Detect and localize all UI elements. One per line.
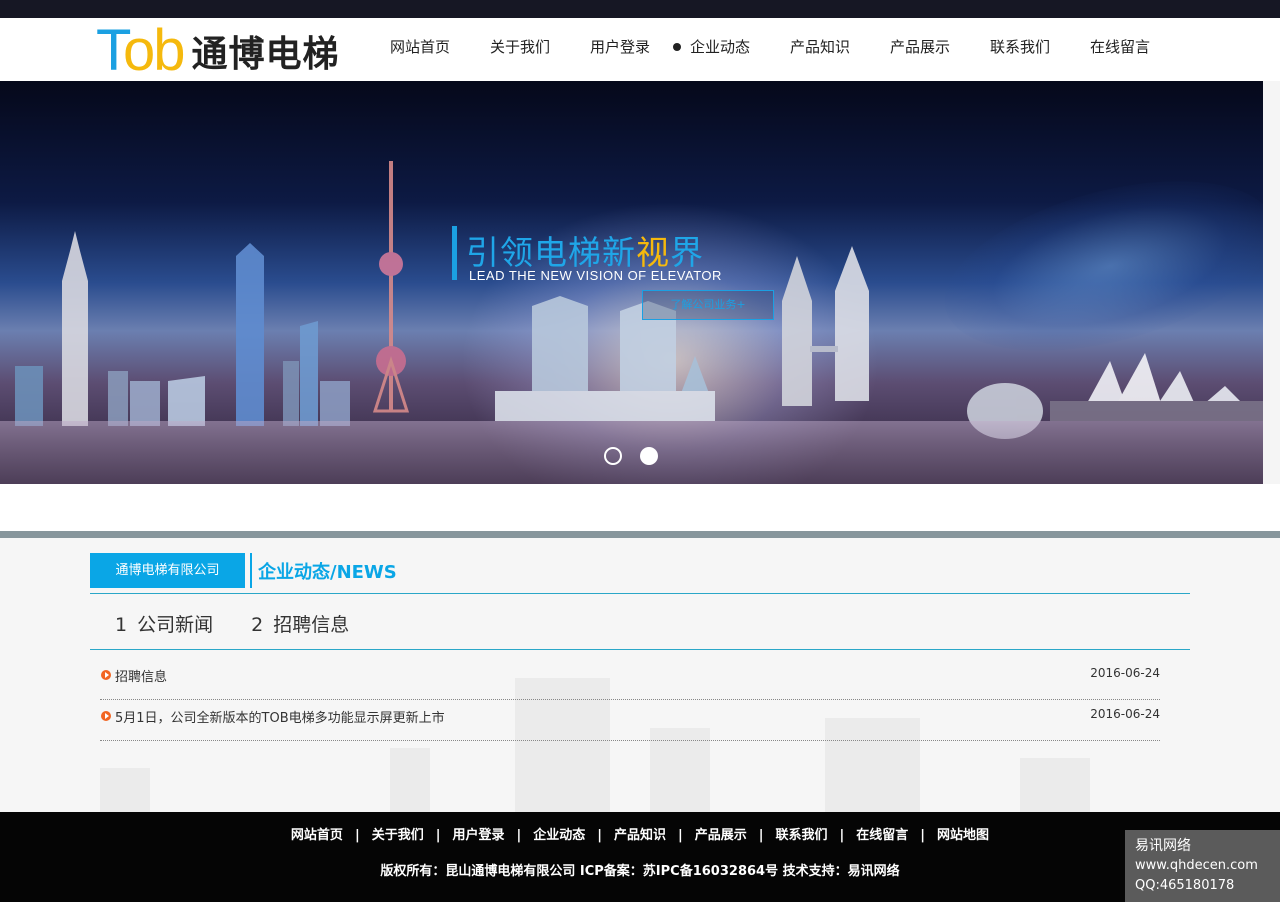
footer-link-message[interactable]: 在线留言 [856, 828, 908, 843]
footer-separator: | [354, 828, 360, 843]
arrow-bullet-icon [101, 670, 111, 680]
section-title: 企业动态/NEWS [258, 562, 397, 583]
header: Tob 通博电梯 网站首页 关于我们 用户登录 企业动态 产品知识 产品展示 联… [0, 18, 1280, 81]
nav-item-about[interactable]: 关于我们 [470, 18, 570, 81]
slide-dot-2[interactable] [640, 447, 658, 465]
footer-link-news[interactable]: 企业动态 [533, 828, 585, 843]
banner-water-reflection [0, 421, 1263, 484]
learn-business-button[interactable]: 了解公司业务+ [642, 290, 774, 320]
footer-separator: | [597, 828, 602, 843]
nav-item-contact[interactable]: 联系我们 [970, 18, 1070, 81]
news-list: 招聘信息 2016-06-24 5月1日，公司全新版本的TOB电梯多功能显示屏更… [100, 659, 1160, 741]
news-category-tabs: 1 公司新闻 2 招聘信息 [115, 610, 387, 637]
footer-separator: | [516, 828, 522, 843]
footer-link-about[interactable]: 关于我们 [372, 828, 424, 843]
footer-link-products[interactable]: 产品展示 [695, 828, 747, 843]
footer-link-home[interactable]: 网站首页 [291, 828, 343, 843]
nav-item-product-knowledge[interactable]: 产品知识 [770, 18, 870, 81]
watermark-line-2: www.qhdecen.com [1135, 858, 1258, 873]
news-date: 2016-06-24 [1090, 707, 1160, 721]
tabs-underline [90, 649, 1190, 650]
news-section: 通博电梯有限公司 企业动态/NEWS 1 公司新闻 2 招聘信息 招聘信息 2016… [0, 538, 1280, 813]
footer-separator: | [758, 828, 764, 843]
footer-separator: | [839, 828, 845, 843]
news-date: 2016-06-24 [1090, 666, 1160, 680]
news-title[interactable]: 5月1日，公司全新版本的TOB电梯多功能显示屏更新上市 [115, 707, 445, 726]
nav-item-news[interactable]: 企业动态 [670, 18, 770, 81]
slogan-cn-highlight: 视 [636, 233, 670, 272]
slogan-cn-end: 界 [670, 233, 704, 272]
tab-company-news[interactable]: 1 公司新闻 [115, 610, 213, 637]
slogan-cn-main: 引领电梯新 [466, 233, 636, 272]
nav-item-products[interactable]: 产品展示 [870, 18, 970, 81]
banner-bottom-strip [0, 484, 1280, 531]
logo-chinese-name: 通博电梯 [191, 34, 340, 75]
company-tab[interactable]: 通博电梯有限公司 [90, 553, 245, 588]
logo-letter-t: T [96, 18, 125, 83]
copyright-text: 版权所有：昆山通博电梯有限公司 ICP备案：苏IPC备16032864号 技术支… [380, 864, 900, 879]
top-bar [0, 0, 1280, 18]
list-item[interactable]: 5月1日，公司全新版本的TOB电梯多功能显示屏更新上市 2016-06-24 [100, 700, 1160, 741]
list-item[interactable]: 招聘信息 2016-06-24 [100, 659, 1160, 700]
tab-number: 1 [115, 614, 128, 636]
footer-separator: | [920, 828, 926, 843]
tab-label: 招聘信息 [273, 614, 350, 636]
nav-item-login[interactable]: 用户登录 [570, 18, 670, 81]
section-divider [0, 531, 1280, 538]
footer-separator: | [435, 828, 441, 843]
watermark-line-1: 易讯网络 [1135, 838, 1191, 854]
footer-separator: | [678, 828, 683, 843]
arrow-bullet-icon [101, 711, 111, 721]
title-underline [90, 593, 1190, 594]
slide-dot-1[interactable] [604, 447, 622, 465]
tab-recruitment[interactable]: 2 招聘信息 [251, 610, 349, 637]
logo-wordmark: Tob [96, 22, 185, 80]
watermark-line-3: QQ:465180178 [1135, 878, 1235, 893]
tab-number: 2 [251, 614, 264, 636]
footer-link-contact[interactable]: 联系我们 [776, 828, 828, 843]
slogan-chinese: 引领电梯新视界 [466, 226, 704, 274]
footer-link-sitemap[interactable]: 网站地图 [937, 828, 989, 843]
footer-link-product-knowledge[interactable]: 产品知识 [614, 828, 666, 843]
nav-item-message[interactable]: 在线留言 [1070, 18, 1170, 81]
footer-link-login[interactable]: 用户登录 [452, 828, 504, 843]
news-title[interactable]: 招聘信息 [115, 666, 167, 685]
nav-item-home[interactable]: 网站首页 [370, 18, 470, 81]
tab-label: 公司新闻 [137, 614, 214, 636]
footer: 网站首页 | 关于我们 | 用户登录 | 企业动态 | 产品知识 | 产品展示 | 联系我们 | 在线留言 |… [0, 812, 1280, 902]
watermark-badge: 易讯网络 www.qhdecen.com QQ:465180178 [1125, 830, 1280, 902]
logo-letters-ob: ob [123, 18, 185, 83]
slogan-english: LEAD THE NEW VISION OF ELEVATOR [469, 268, 722, 283]
hero-banner[interactable]: 引领电梯新视界 LEAD THE NEW VISION OF ELEVATOR … [0, 81, 1263, 484]
site-logo[interactable]: Tob 通博电梯 [96, 22, 340, 80]
main-nav: 网站首页 关于我们 用户登录 企业动态 产品知识 产品展示 联系我们 在线留言 [370, 18, 1170, 81]
slogan-accent-bar [452, 226, 457, 280]
footer-nav: 网站首页 | 关于我们 | 用户登录 | 企业动态 | 产品知识 | 产品展示 | 联系我们 | 在线留言 |… [0, 824, 1280, 843]
title-vertical-line [250, 553, 252, 588]
